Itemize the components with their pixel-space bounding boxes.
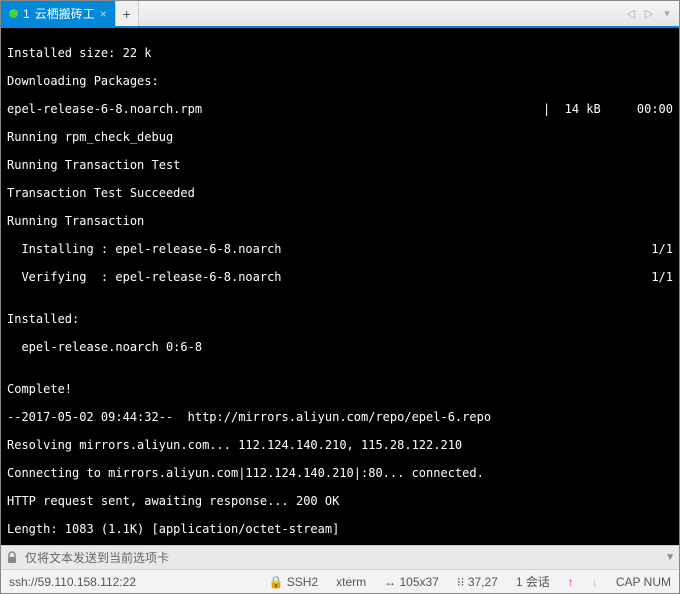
tab-nav: ◁ ▷ ▾ bbox=[619, 1, 679, 26]
out: epel-release-6-8.noarch.rpm| 14 kB 00:00 bbox=[7, 102, 673, 116]
close-icon[interactable]: × bbox=[100, 7, 107, 21]
out: Transaction Test Succeeded bbox=[7, 186, 673, 200]
out: --2017-05-02 09:44:32-- http://mirrors.a… bbox=[7, 410, 673, 424]
tab-bar: 1 云栖搬砖工 × + ◁ ▷ ▾ bbox=[1, 1, 679, 28]
plus-icon: + bbox=[123, 6, 131, 22]
session-tab-1[interactable]: 1 云栖搬砖工 × bbox=[1, 1, 115, 26]
tab-title: 云栖搬砖工 bbox=[35, 5, 95, 22]
status-dot-icon bbox=[9, 9, 18, 18]
terminal-output[interactable]: Installed size: 22 k Downloading Package… bbox=[1, 28, 679, 545]
out: Connecting to mirrors.aliyun.com|112.124… bbox=[7, 466, 673, 480]
prev-tab-button[interactable]: ◁ bbox=[623, 6, 639, 22]
out: Running rpm_check_debug bbox=[7, 130, 673, 144]
send-text-label: 仅将文本发送到当前选项卡 bbox=[25, 549, 169, 566]
new-tab-button[interactable]: + bbox=[115, 1, 139, 26]
out: Resolving mirrors.aliyun.com... 112.124.… bbox=[7, 438, 673, 452]
out: HTTP request sent, awaiting response... … bbox=[7, 494, 673, 508]
status-termtype: xterm bbox=[336, 575, 366, 589]
out: Running Transaction Test bbox=[7, 158, 673, 172]
status-protocol: 🔒 SSH2 bbox=[268, 575, 318, 589]
lock-icon bbox=[5, 551, 19, 565]
out: Downloading Packages: bbox=[7, 74, 673, 88]
status-caps-num: CAP NUM bbox=[616, 575, 671, 589]
status-host: ssh://59.110.158.112:22 bbox=[9, 575, 136, 589]
out: Installed size: 22 k bbox=[7, 46, 673, 60]
chevron-down-icon[interactable]: ▼ bbox=[665, 552, 675, 563]
lock-icon: 🔒 bbox=[268, 575, 283, 589]
status-sessions: 1 会话 bbox=[516, 573, 550, 590]
next-tab-button[interactable]: ▷ bbox=[641, 6, 657, 22]
resize-icon: ↔ bbox=[384, 575, 396, 589]
spacer bbox=[139, 1, 619, 26]
out: Verifying : epel-release-6-8.noarch1/1 bbox=[7, 270, 673, 284]
ssh-client-window: 1 云栖搬砖工 × + ◁ ▷ ▾ Installed size: 22 k D… bbox=[0, 0, 680, 594]
out: Installing : epel-release-6-8.noarch1/1 bbox=[7, 242, 673, 256]
tab-list-button[interactable]: ▾ bbox=[659, 6, 675, 22]
out: Installed: bbox=[7, 312, 673, 326]
out: Length: 1083 (1.1K) [application/octet-s… bbox=[7, 522, 673, 536]
out: epel-release.noarch 0:6-8 bbox=[7, 340, 673, 354]
position-icon: ⁝⁝ bbox=[457, 575, 465, 589]
status-bar: ssh://59.110.158.112:22 🔒 SSH2 xterm ↔ 1… bbox=[1, 569, 679, 593]
status-cursor-pos: ⁝⁝ 37,27 bbox=[457, 575, 498, 589]
out: Running Transaction bbox=[7, 214, 673, 228]
upload-indicator-icon: ↑ bbox=[568, 575, 574, 589]
download-indicator-icon: ↓ bbox=[592, 575, 598, 589]
out: Complete! bbox=[7, 382, 673, 396]
send-text-bar[interactable]: 仅将文本发送到当前选项卡 ▼ bbox=[1, 545, 679, 569]
status-size: ↔ 105x37 bbox=[384, 575, 439, 589]
tab-index: 1 bbox=[23, 7, 30, 21]
